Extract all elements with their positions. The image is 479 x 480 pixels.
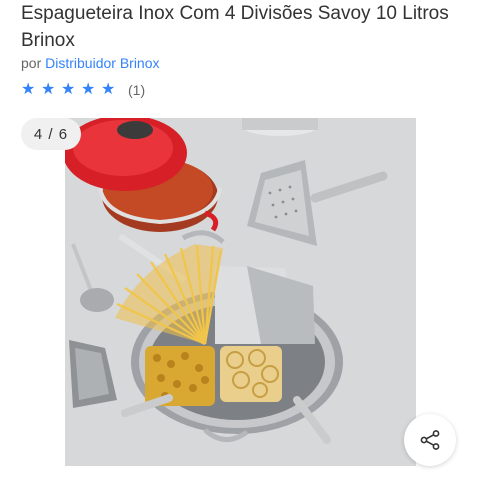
- star-icon: ★: [81, 81, 96, 98]
- seller-link[interactable]: Distribuidor Brinox: [45, 55, 159, 71]
- image-counter: 4 / 6: [21, 118, 81, 150]
- product-photo-illustration: [65, 118, 416, 466]
- seller-line: por Distribuidor Brinox: [21, 54, 160, 72]
- seller-prefix: por: [21, 55, 42, 71]
- rating-stars: ★ ★ ★ ★ ★: [21, 82, 118, 98]
- image-gallery[interactable]: 4 / 6: [21, 118, 461, 480]
- product-photo[interactable]: [65, 118, 416, 466]
- share-icon: [420, 430, 440, 450]
- rating[interactable]: ★ ★ ★ ★ ★ (1): [21, 81, 145, 99]
- review-count[interactable]: (1): [128, 82, 145, 98]
- share-button[interactable]: [404, 414, 456, 466]
- star-icon: ★: [21, 81, 36, 98]
- star-icon: ★: [41, 81, 56, 98]
- product-title: Espagueteira Inox Com 4 Divisões Savoy 1…: [21, 3, 449, 51]
- star-icon: ★: [61, 81, 76, 98]
- star-icon: ★: [101, 81, 116, 98]
